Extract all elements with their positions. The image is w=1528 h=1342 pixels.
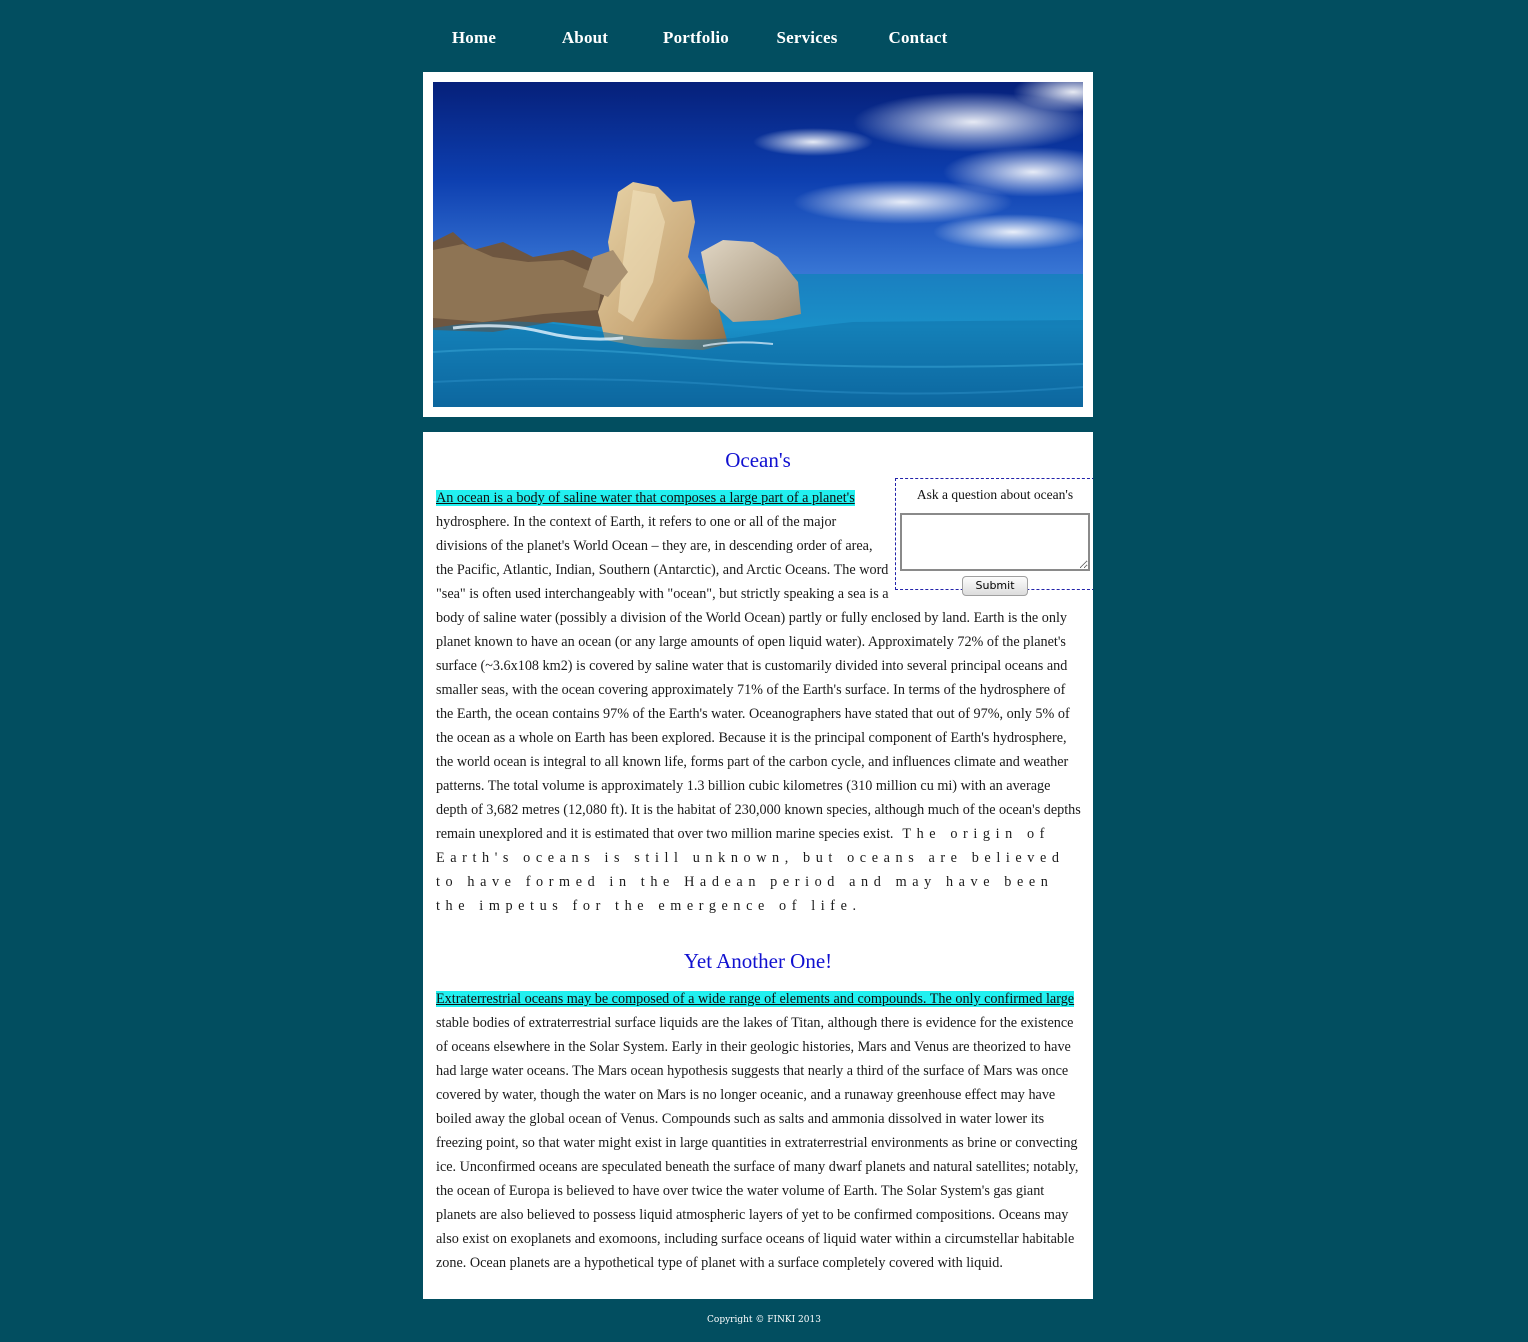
nav-about[interactable]: About <box>530 28 640 48</box>
nav-services[interactable]: Services <box>752 28 862 48</box>
highlighted-sentence-2: Extraterrestrial oceans may be composed … <box>436 991 1075 1007</box>
hero-frame <box>423 72 1093 417</box>
hero-image <box>433 82 1083 407</box>
section-title-oceans: Ocean's <box>725 448 791 472</box>
nav-contact[interactable]: Contact <box>863 28 973 48</box>
nav-portfolio[interactable]: Portfolio <box>641 28 751 48</box>
section-extraterrestrial-body: stable bodies of extraterrestrial surfac… <box>436 1015 1079 1271</box>
question-form: Ask a question about ocean's Submit <box>895 478 1093 596</box>
main-content: Ocean's Ask a question about ocean's Sub… <box>423 432 1093 1299</box>
nav-home[interactable]: Home <box>419 28 529 48</box>
ocean-rocks-photo <box>433 82 1083 407</box>
question-textarea[interactable] <box>900 513 1090 571</box>
submit-button[interactable]: Submit <box>962 575 1028 596</box>
top-navigation: Home About Portfolio Services Contact <box>0 0 1528 72</box>
section-extraterrestrial-text: Extraterrestrial oceans may be composed … <box>436 987 1084 1275</box>
section-title-yet-another: Yet Another One! <box>683 949 833 973</box>
section-oceans-text: Ask a question about ocean's Submit An o… <box>436 478 1093 918</box>
question-form-label: Ask a question about ocean's <box>916 487 1074 502</box>
footer-copyright: Copyright © FINKI 2013 <box>707 1315 821 1325</box>
highlighted-sentence: An ocean is a body of saline water that … <box>436 490 855 506</box>
